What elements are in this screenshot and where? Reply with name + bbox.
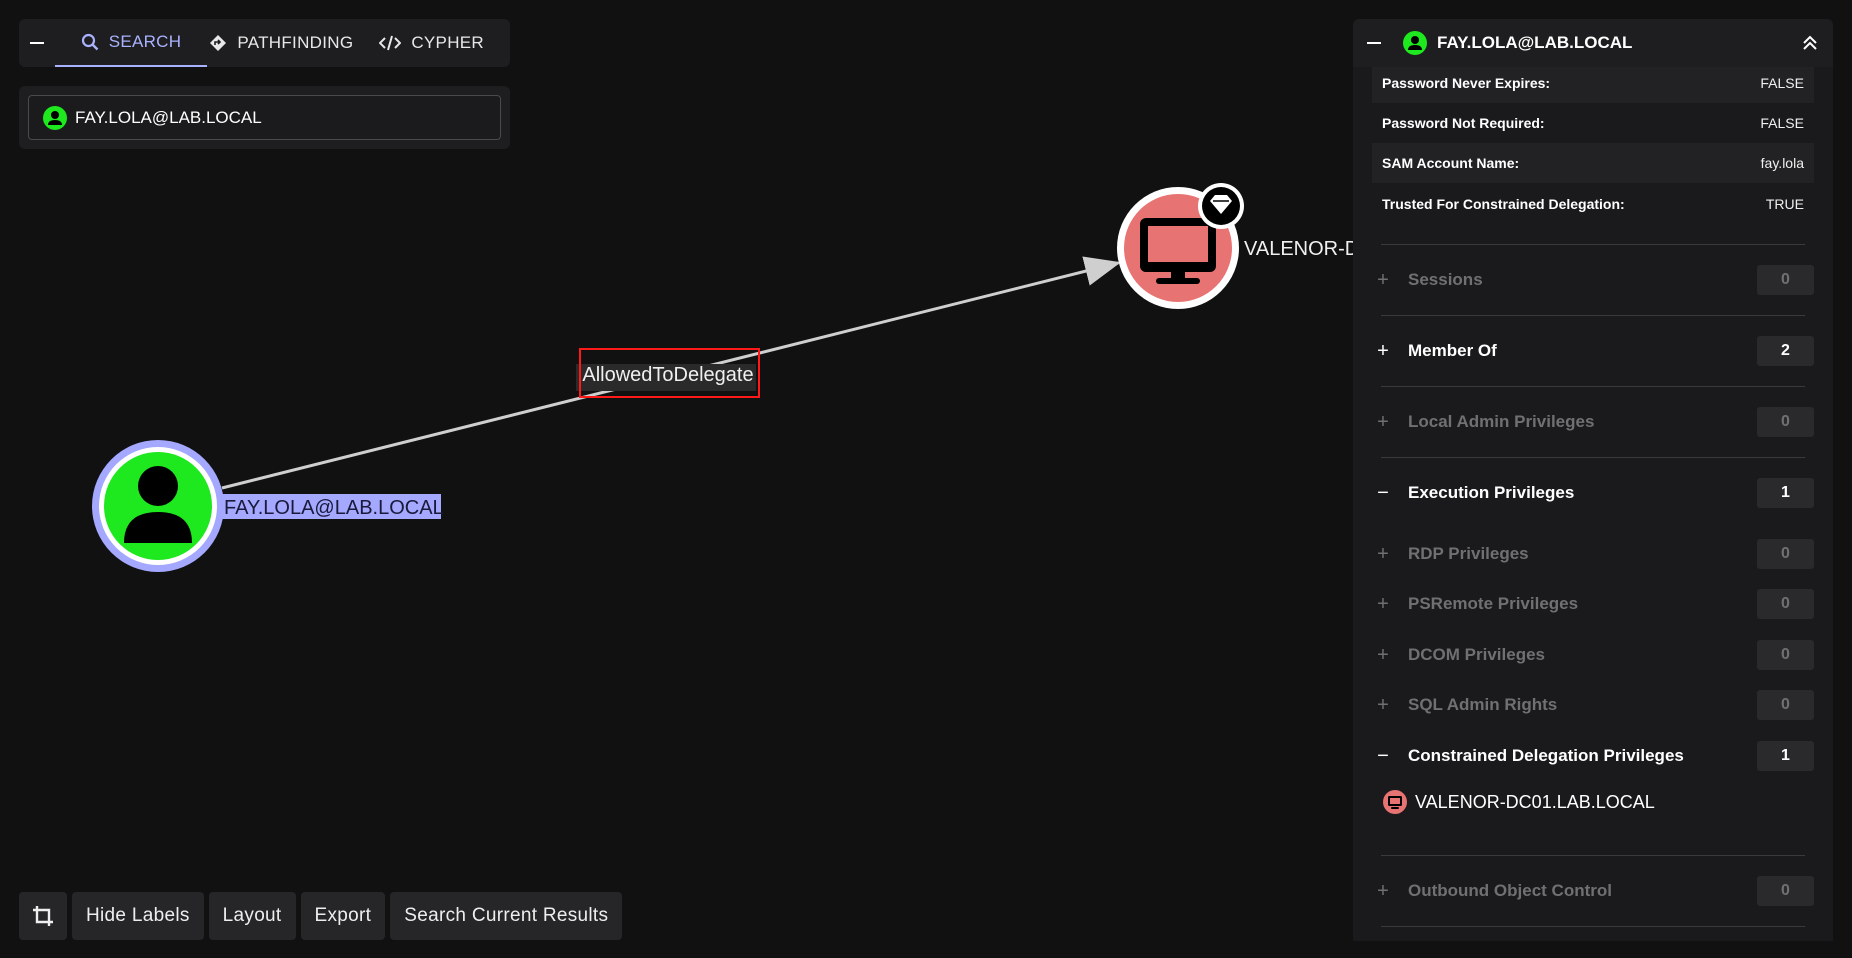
crop-button[interactable] — [19, 892, 67, 940]
section-label: Local Admin Privileges — [1408, 412, 1595, 431]
layout-button[interactable]: Layout — [208, 892, 296, 940]
section-label: DCOM Privileges — [1408, 645, 1545, 664]
search-panel-header: SEARCH PATHFINDING CYPHER — [19, 19, 510, 67]
expand-icon: + — [1377, 592, 1389, 615]
section-constrained-delegation-privileges[interactable]: − Constrained Delegation Privileges 1 — [1372, 741, 1814, 771]
section-rdp-privileges[interactable]: + RDP Privileges 0 — [1372, 539, 1814, 569]
hide-labels-button[interactable]: Hide Labels — [72, 892, 204, 940]
section-execution-privileges[interactable]: − Execution Privileges 1 — [1372, 478, 1814, 508]
section-count: 2 — [1757, 336, 1814, 366]
expand-icon: + — [1377, 410, 1389, 433]
section-sql-admin-rights[interactable]: + SQL Admin Rights 0 — [1372, 690, 1814, 720]
section-count: 0 — [1757, 589, 1814, 619]
property-row: Password Not Required: FALSE — [1372, 103, 1814, 143]
expand-icon: + — [1377, 268, 1389, 291]
section-psremote-privileges[interactable]: + PSRemote Privileges 0 — [1372, 589, 1814, 619]
divider — [1381, 386, 1805, 387]
section-count: 0 — [1757, 265, 1814, 295]
tab-search[interactable]: SEARCH — [54, 19, 208, 67]
collapse-icon: − — [1377, 481, 1389, 504]
tab-search-label: SEARCH — [108, 32, 182, 51]
property-value: fay.lola — [1760, 155, 1804, 171]
minus-icon — [29, 42, 44, 44]
property-key: Trusted For Constrained Delegation: — [1382, 196, 1625, 212]
property-row: Trusted For Constrained Delegation: TRUE — [1372, 184, 1814, 224]
user-node[interactable] — [92, 440, 224, 572]
property-value: FALSE — [1760, 115, 1804, 131]
expand-icon: + — [1377, 693, 1389, 716]
property-row: SAM Account Name: fay.lola — [1372, 143, 1814, 183]
section-label: SQL Admin Rights — [1408, 695, 1558, 714]
section-member-of[interactable]: + Member Of 2 — [1372, 336, 1814, 366]
divider — [1381, 855, 1805, 856]
section-count: 1 — [1757, 741, 1814, 771]
search-box-container — [19, 86, 510, 149]
tab-cypher-label: CYPHER — [411, 33, 484, 52]
section-sessions[interactable]: + Sessions 0 — [1372, 265, 1814, 295]
section-count: 1 — [1757, 478, 1814, 508]
section-count: 0 — [1757, 876, 1814, 906]
divider — [1381, 457, 1805, 458]
collapse-icon: − — [1377, 744, 1389, 767]
entity-panel-header: FAY.LOLA@LAB.LOCAL — [1353, 19, 1833, 67]
section-label: Sessions — [1408, 270, 1483, 289]
tab-pathfinding[interactable]: PATHFINDING — [207, 19, 371, 67]
collapse-panel-button[interactable] — [1367, 42, 1381, 44]
expand-icon: + — [1377, 542, 1389, 565]
property-key: Password Not Required: — [1382, 115, 1545, 131]
collapse-search-button[interactable] — [19, 19, 55, 67]
section-local-admin-privileges[interactable]: + Local Admin Privileges 0 — [1372, 407, 1814, 437]
section-label: Execution Privileges — [1408, 483, 1575, 502]
entity-title: FAY.LOLA@LAB.LOCAL — [1437, 33, 1633, 52]
expand-icon: + — [1377, 339, 1389, 362]
property-value: TRUE — [1765, 196, 1804, 212]
section-count: 0 — [1757, 640, 1814, 670]
entity-panel-body[interactable]: Password Never Expires: FALSE Password N… — [1353, 67, 1833, 941]
section-label: PSRemote Privileges — [1408, 594, 1579, 613]
search-input[interactable] — [75, 107, 486, 128]
divider — [1381, 926, 1805, 927]
section-label: RDP Privileges — [1408, 544, 1529, 563]
computer-icon — [1383, 790, 1407, 814]
section-label: Member Of — [1408, 341, 1497, 360]
property-row: Password Never Expires: FALSE — [1372, 67, 1814, 103]
search-icon — [81, 33, 99, 51]
user-icon — [43, 105, 67, 130]
section-count: 0 — [1757, 539, 1814, 569]
delegation-target-item[interactable]: VALENOR-DC01.LAB.LOCAL — [1383, 790, 1655, 814]
search-field[interactable] — [28, 95, 501, 140]
search-current-results-button[interactable]: Search Current Results — [390, 892, 623, 940]
divider — [1381, 315, 1805, 316]
section-outbound-object-control[interactable]: + Outbound Object Control 0 — [1372, 876, 1814, 906]
route-icon — [210, 35, 227, 51]
section-count: 0 — [1757, 690, 1814, 720]
property-key: SAM Account Name: — [1382, 155, 1520, 171]
divider — [1381, 244, 1805, 245]
expand-icon: + — [1377, 879, 1389, 902]
property-key: Password Never Expires: — [1382, 75, 1551, 91]
graph-toolbar: Hide Labels Layout Export Search Current… — [19, 892, 623, 940]
section-label: Outbound Object Control — [1408, 881, 1612, 900]
expand-icon: + — [1377, 643, 1389, 666]
section-count: 0 — [1757, 407, 1814, 437]
section-label: Constrained Delegation Privileges — [1408, 746, 1684, 765]
tab-cypher[interactable]: CYPHER — [371, 19, 510, 67]
edge-label[interactable]: AllowedToDelegate — [582, 364, 753, 386]
code-icon — [379, 35, 402, 51]
computer-node[interactable] — [1117, 183, 1244, 309]
user-icon — [1403, 31, 1427, 55]
chevron-double-up-icon[interactable] — [1801, 34, 1819, 52]
crop-icon — [33, 906, 53, 926]
delegation-target-label: VALENOR-DC01.LAB.LOCAL — [1415, 791, 1655, 812]
export-button[interactable]: Export — [300, 892, 386, 940]
user-node-label[interactable]: FAY.LOLA@LAB.LOCAL — [224, 497, 444, 519]
tab-pathfinding-label: PATHFINDING — [237, 33, 354, 52]
high-value-badge-icon — [1198, 183, 1244, 229]
section-dcom-privileges[interactable]: + DCOM Privileges 0 — [1372, 640, 1814, 670]
property-value: FALSE — [1760, 75, 1804, 91]
